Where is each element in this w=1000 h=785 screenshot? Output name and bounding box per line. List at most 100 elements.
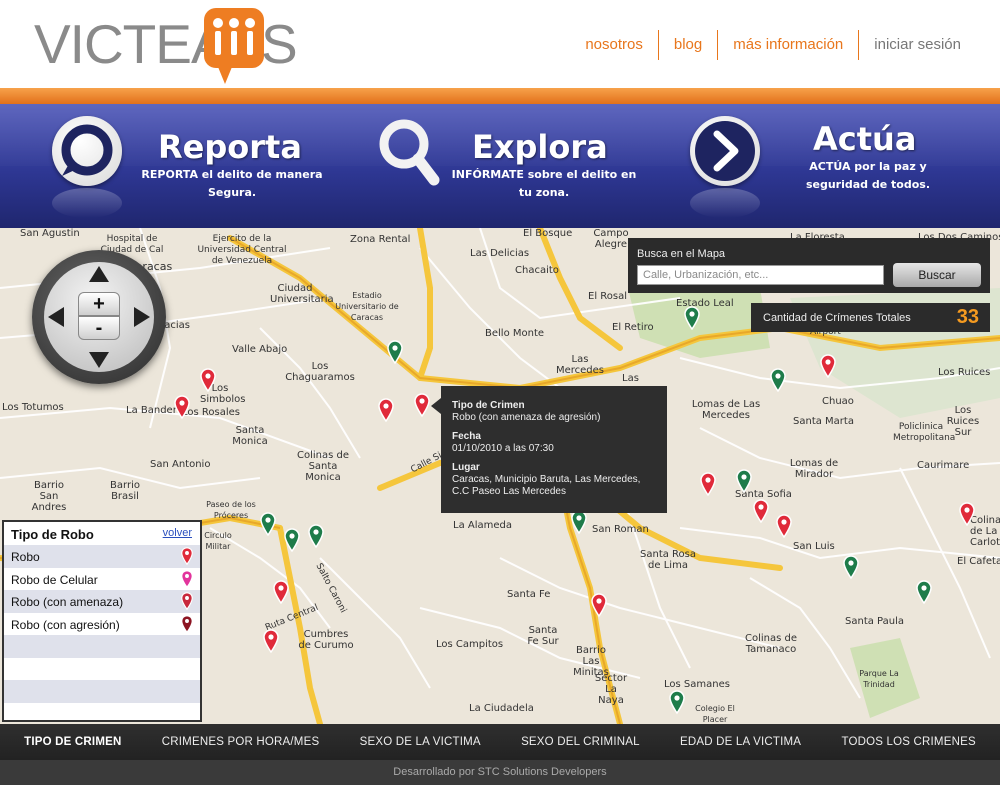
- crime-pin-red[interactable]: [378, 398, 394, 422]
- feature-actua[interactable]: Actúa ACTÚA por la paz y seguridad de to…: [688, 104, 988, 228]
- map-pan-zoom-control: + -: [32, 250, 166, 384]
- crime-pin-red[interactable]: [263, 629, 279, 653]
- feature-desc: INFÓRMATE sobre el delito en tu zona.: [451, 168, 637, 199]
- crime-pin-red[interactable]: [200, 368, 216, 392]
- crime-pin-red[interactable]: [776, 514, 792, 538]
- map-label: Colinas de Santa Monica: [296, 450, 349, 483]
- map-label: Lomas de Las Mercedes: [691, 399, 761, 421]
- crime-pin-red[interactable]: [174, 395, 190, 419]
- total-crimes-counter: Cantidad de Crímenes Totales 33: [751, 303, 990, 332]
- crime-pin-green[interactable]: [684, 306, 700, 330]
- magnifier-icon: [376, 116, 446, 186]
- search-button[interactable]: Buscar: [893, 263, 981, 287]
- crime-pin-red[interactable]: [959, 502, 975, 526]
- pan-up-icon[interactable]: [89, 266, 109, 282]
- crime-pin-green[interactable]: [843, 555, 859, 579]
- legend-empty-row: [4, 680, 200, 703]
- map-label: Colinas de Tamanaco: [744, 633, 797, 655]
- crime-pin-green[interactable]: [736, 469, 752, 493]
- map-label: Circulo Militar: [204, 531, 232, 551]
- tab-sexo-del-criminal[interactable]: SEXO DEL CRIMINAL: [521, 736, 640, 748]
- pan-down-icon[interactable]: [89, 352, 109, 368]
- crime-pin-green[interactable]: [770, 368, 786, 392]
- map-label: Valle Abajo: [232, 344, 288, 355]
- zoom-in-button[interactable]: +: [78, 292, 120, 316]
- crime-pin-red[interactable]: [273, 580, 289, 604]
- total-crimes-label: Cantidad de Crímenes Totales: [763, 312, 911, 324]
- crime-pin-green[interactable]: [916, 580, 932, 604]
- legend-title: Tipo de Robo: [11, 527, 94, 542]
- map-label: San Antonio: [150, 459, 211, 470]
- crime-pin-red[interactable]: [820, 354, 836, 378]
- tab-edad-de-la-victima[interactable]: EDAD DE LA VICTIMA: [680, 736, 801, 748]
- search-label: Busca en el Mapa: [637, 248, 726, 260]
- map-label: El Cafetal: [957, 556, 1000, 567]
- crime-pin-green[interactable]: [571, 510, 587, 534]
- search-input[interactable]: [637, 265, 884, 285]
- zoom-out-button[interactable]: -: [78, 316, 120, 340]
- crime-map[interactable]: San Agustin Hospital de Ciudad de Cal Ej…: [0, 228, 1000, 724]
- map-label: Santa Rosa de Lima: [640, 549, 696, 571]
- logo-text-right: S: [261, 13, 298, 75]
- crime-pin-green[interactable]: [669, 690, 685, 714]
- crime-pin-green[interactable]: [387, 340, 403, 364]
- map-label: Cumbres de Curumo: [298, 629, 354, 651]
- logo-people-icon: [204, 8, 264, 84]
- legend-item-label: Robo (con amenaza): [11, 595, 124, 609]
- crime-pin-red[interactable]: [753, 499, 769, 523]
- crime-pin-red[interactable]: [700, 472, 716, 496]
- nav-link-nosotros[interactable]: nosotros: [570, 30, 658, 60]
- tooltip-place-label: Lugar: [452, 462, 480, 473]
- legend-item-label: Robo de Celular: [11, 572, 98, 587]
- map-label: Chacaito: [515, 265, 559, 276]
- tooltip-date-label: Fecha: [452, 431, 481, 442]
- legend-pin-icon: [181, 614, 193, 633]
- feature-title: Actúa: [813, 120, 917, 158]
- map-label: San Luis: [793, 541, 835, 552]
- nav-link-iniciar-sesion[interactable]: iniciar sesión: [858, 30, 976, 60]
- crime-pin-green[interactable]: [284, 528, 300, 552]
- map-label: Policlinica Metropolitana: [893, 422, 956, 443]
- map-search-panel: Busca en el Mapa Buscar: [628, 238, 990, 293]
- tab-todos-los-crimenes[interactable]: TODOS LOS CRIMENES: [841, 736, 975, 748]
- map-label: Las Mercedes: [555, 354, 605, 376]
- tooltip-place-value: Caracas, Municipio Baruta, Las Mercedes,…: [452, 474, 641, 497]
- header-accent-bar: [0, 88, 1000, 104]
- tab-tipo-de-crimen[interactable]: TIPO DE CRIMEN: [24, 736, 121, 748]
- tab-sexo-de-la-victima[interactable]: SEXO DE LA VICTIMA: [360, 736, 481, 748]
- map-label: La Ciudadela: [469, 703, 534, 714]
- map-label: El Rosal: [588, 291, 628, 302]
- legend-item-robo-amenaza[interactable]: Robo (con amenaza): [4, 590, 200, 613]
- legend-item-robo-agresion[interactable]: Robo (con agresión): [4, 613, 200, 636]
- legend-item-robo-celular[interactable]: Robo de Celular: [4, 568, 200, 591]
- chevron-right-icon: [690, 116, 760, 186]
- feature-explora[interactable]: Explora INFÓRMATE sobre el delito en tu …: [376, 104, 676, 228]
- legend-item-label: Robo (con agresión): [11, 617, 120, 632]
- map-label: Lomas de Mirador: [789, 458, 839, 480]
- map-label: Bello Monte: [485, 328, 545, 339]
- pan-right-icon[interactable]: [134, 307, 150, 327]
- back-link[interactable]: volver: [163, 527, 192, 539]
- crime-pin-green[interactable]: [260, 512, 276, 536]
- crime-pin-red[interactable]: [591, 593, 607, 617]
- map-label: Parque La Trinidad: [859, 669, 899, 689]
- speech-bubble-icon: [52, 116, 122, 186]
- legend-item-robo[interactable]: Robo: [4, 545, 200, 568]
- map-label: Colegio El Placer: [695, 704, 735, 724]
- logo-text-left: VICTEA: [34, 13, 228, 75]
- feature-title: Explora: [472, 128, 608, 166]
- map-label: Paseo de los Próceres: [206, 500, 256, 520]
- crime-pin-green[interactable]: [308, 524, 324, 548]
- legend-pin-icon: [181, 569, 193, 588]
- feature-reporta[interactable]: Reporta REPORTA el delito de manera Segu…: [50, 104, 350, 228]
- top-navigation: nosotros blog más información iniciar se…: [570, 30, 976, 60]
- tab-crimenes-por-hora-mes[interactable]: CRIMENES POR HORA/MES: [162, 736, 320, 748]
- pan-left-icon[interactable]: [48, 307, 64, 327]
- crime-pin-red-selected[interactable]: [414, 393, 430, 417]
- nav-link-mas-informacion[interactable]: más información: [717, 30, 858, 60]
- tooltip-date-value: 01/10/2010 a las 07:30: [452, 443, 554, 454]
- map-label: Los Samanes: [664, 679, 730, 690]
- nav-link-blog[interactable]: blog: [657, 30, 717, 60]
- map-label: El Retiro: [612, 322, 654, 333]
- site-header: VICTEA S nosotros blog más información i…: [0, 0, 1000, 90]
